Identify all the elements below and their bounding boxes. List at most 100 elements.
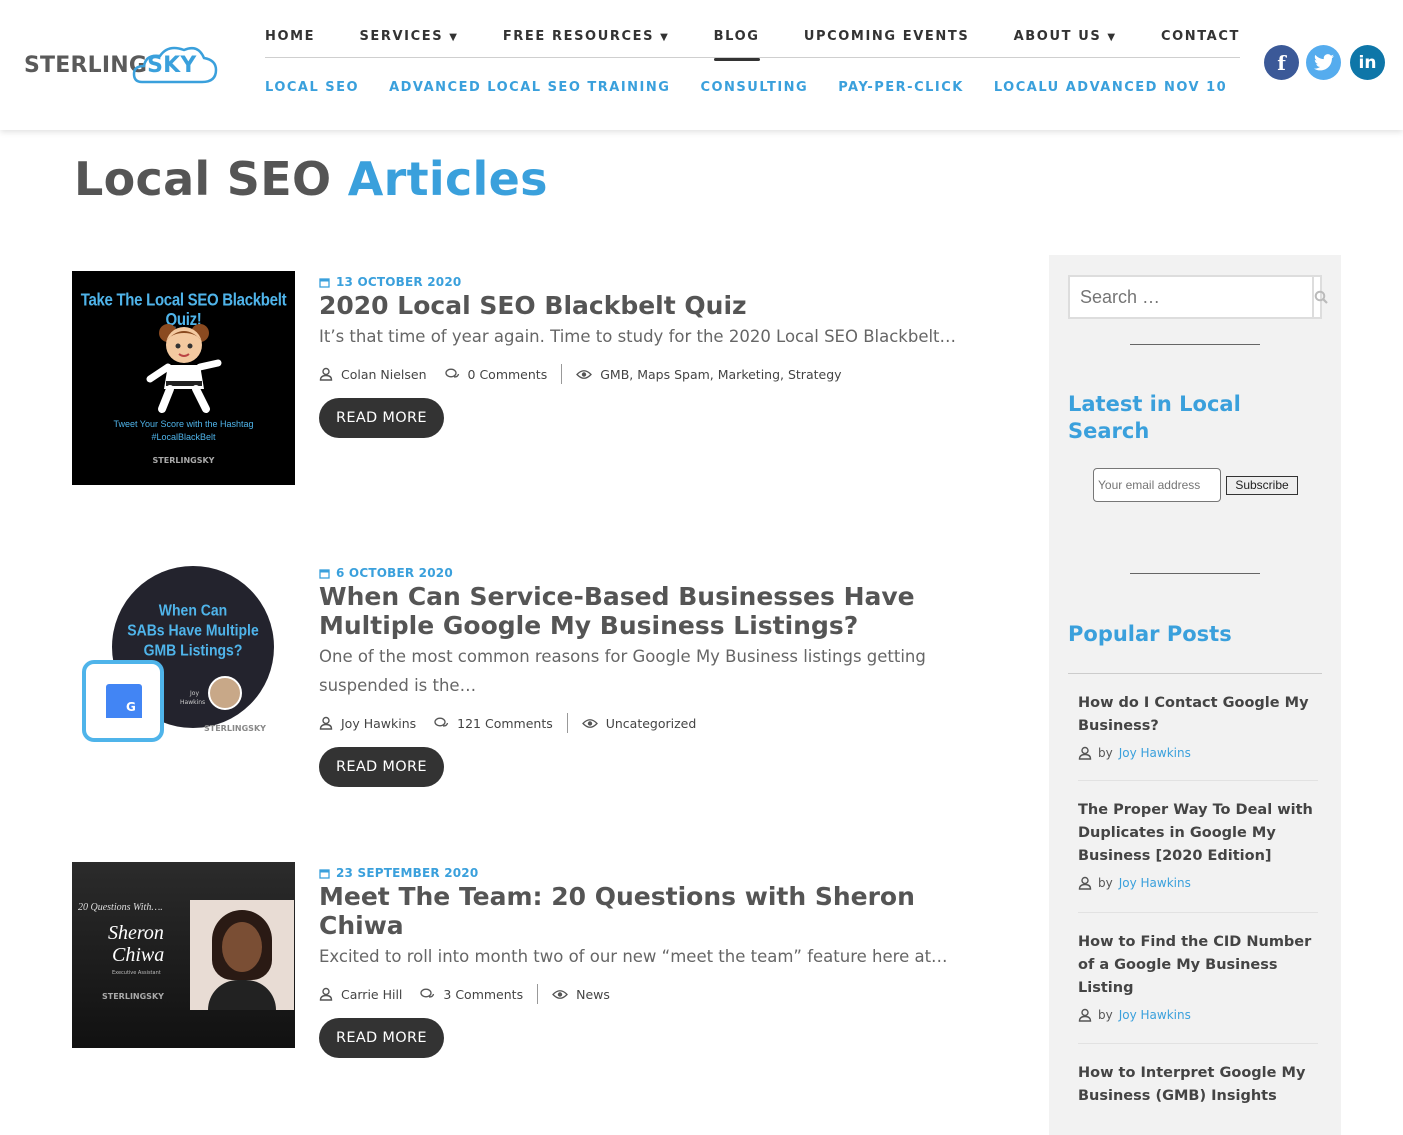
read-more-button[interactable]: READ MORE [319, 398, 444, 438]
article-comments[interactable]: 0 Comments [468, 367, 548, 382]
subnav-consulting[interactable]: CONSULTING [700, 80, 808, 95]
calendar-icon [319, 568, 330, 579]
nav-services[interactable]: SERVICES ▼ [359, 26, 458, 58]
article-comments[interactable]: 3 Comments [443, 987, 523, 1002]
article-excerpt: Excited to roll into month two of our ne… [319, 947, 948, 966]
article-author[interactable]: Colan Nielsen [341, 367, 427, 382]
article-date: 13 OCTOBER 2020 [336, 275, 462, 289]
site-header: STERLINGSKY HOME SERVICES ▼ FREE RESOURCE… [0, 0, 1403, 130]
subnav-local-seo[interactable]: LOCAL SEO [265, 80, 359, 95]
article-categories[interactable]: GMB, Maps Spam, Marketing, Strategy [600, 367, 841, 382]
comments-icon [444, 368, 459, 378]
article-title[interactable]: When Can Service-Based Businesses Have M… [319, 582, 989, 640]
article-thumbnail[interactable]: Take The Local SEO Blackbelt Quiz! Tweet… [72, 271, 295, 485]
popular-post-author[interactable]: Joy Hawkins [1119, 876, 1191, 890]
article-thumbnail[interactable]: 20 Questions With…. Sheron Chiwa Executi… [72, 862, 295, 1048]
nav-blog[interactable]: BLOG [713, 26, 760, 61]
person-photo [190, 900, 294, 1010]
thumb-brand: STERLINGSKY [204, 724, 266, 733]
popular-post-title[interactable]: How to Find the CID Number of a Google M… [1078, 931, 1318, 1000]
search-form [1068, 275, 1328, 319]
thumb-headline: GMB Listings? [143, 640, 243, 660]
thumb-name: Sheron [108, 922, 164, 944]
nav-home[interactable]: HOME [265, 26, 315, 58]
popular-post-title[interactable]: How to Interpret Google My Business (GMB… [1078, 1062, 1318, 1108]
search-button[interactable] [1312, 277, 1328, 317]
nav-about-us[interactable]: ABOUT US ▼ [1014, 26, 1117, 58]
email-field[interactable] [1093, 468, 1221, 502]
thumb-headline: SABs Have Multiple [127, 620, 259, 640]
article-thumbnail[interactable]: When Can SABs Have Multiple GMB Listings… [72, 562, 295, 752]
thumb-byline: Joy [190, 690, 199, 697]
article-title[interactable]: 2020 Local SEO Blackbelt Quiz [319, 291, 989, 320]
logo-text-sterling: STERLING [24, 52, 148, 78]
caret-down-icon: ▼ [1107, 32, 1117, 43]
thumb-name: Chiwa [112, 944, 165, 966]
user-icon [1078, 746, 1092, 760]
search-input[interactable] [1070, 277, 1312, 317]
popular-post-author[interactable]: Joy Hawkins [1119, 1008, 1191, 1022]
thumb-line1: Tweet Your Score with the Hashtag [113, 419, 254, 429]
page-title: Local SEO Articles [74, 152, 548, 206]
nav-contact[interactable]: CONTACT [1161, 26, 1240, 58]
eye-icon [576, 369, 593, 379]
user-icon [319, 987, 333, 1001]
divider [1130, 573, 1260, 574]
user-icon [319, 716, 333, 730]
read-more-button[interactable]: READ MORE [319, 747, 444, 787]
user-icon [1078, 1008, 1092, 1022]
article-excerpt: One of the most common reasons for Googl… [319, 647, 926, 695]
subnav-advanced-training[interactable]: ADVANCED LOCAL SEO TRAINING [389, 80, 670, 95]
divider [1078, 780, 1318, 781]
twitter-icon[interactable] [1306, 45, 1341, 80]
article-categories[interactable]: Uncategorized [606, 716, 697, 731]
article-author[interactable]: Carrie Hill [341, 987, 402, 1002]
read-more-button[interactable]: READ MORE [319, 1018, 444, 1058]
article-date: 6 OCTOBER 2020 [336, 566, 453, 580]
main-nav: HOME SERVICES ▼ FREE RESOURCES ▼ BLOG UPCO… [265, 26, 1240, 61]
popular-post: How to Interpret Google My Business (GMB… [1078, 1062, 1318, 1108]
cloud-icon [132, 46, 218, 84]
karate-girl-illustration [146, 324, 222, 413]
subscribe-button[interactable]: Subscribe [1226, 476, 1298, 495]
thumb-line1: 20 Questions With…. [78, 902, 163, 913]
popular-post: How do I Contact Google My Business? by J… [1078, 692, 1318, 760]
calendar-icon [319, 868, 330, 879]
caret-down-icon: ▼ [449, 32, 459, 43]
divider [1068, 673, 1322, 674]
eye-icon [552, 989, 568, 999]
sub-nav: LOCAL SEO ADVANCED LOCAL SEO TRAINING CO… [265, 80, 1227, 95]
nav-free-resources[interactable]: FREE RESOURCES ▼ [503, 26, 670, 58]
divider [1130, 344, 1260, 345]
popular-post-title[interactable]: The Proper Way To Deal with Duplicates i… [1078, 799, 1318, 868]
article-title[interactable]: Meet The Team: 20 Questions with Sheron … [319, 882, 989, 940]
linkedin-icon[interactable]: in [1350, 45, 1385, 80]
popular-post: The Proper Way To Deal with Duplicates i… [1078, 799, 1318, 890]
popular-post-title[interactable]: How do I Contact Google My Business? [1078, 692, 1318, 738]
subnav-localu[interactable]: LOCALU ADVANCED NOV 10 [994, 80, 1227, 95]
user-icon [319, 367, 333, 381]
popular-heading: Popular Posts [1068, 622, 1232, 646]
user-icon [1078, 876, 1092, 890]
popular-post-author[interactable]: Joy Hawkins [1119, 746, 1191, 760]
calendar-icon [319, 277, 330, 288]
thumb-brand: STERLINGSKY [102, 992, 164, 1001]
article-author[interactable]: Joy Hawkins [341, 716, 416, 731]
thumb-byline: Hawkins [180, 699, 206, 706]
article-comments[interactable]: 121 Comments [457, 716, 553, 731]
article-categories[interactable]: News [576, 987, 610, 1002]
divider [1078, 912, 1318, 913]
eye-icon [581, 718, 598, 728]
article-date: 23 SEPTEMBER 2020 [336, 866, 479, 880]
author-avatar [208, 676, 242, 710]
nav-upcoming-events[interactable]: UPCOMING EVENTS [804, 26, 969, 58]
popular-post: How to Find the CID Number of a Google M… [1078, 931, 1318, 1022]
thumb-headline: When Can [158, 600, 228, 620]
comments-icon [434, 717, 449, 727]
site-logo[interactable]: STERLINGSKY [24, 40, 218, 90]
subnav-ppc[interactable]: PAY-PER-CLICK [838, 80, 964, 95]
facebook-icon[interactable]: f [1264, 45, 1299, 80]
thumb-line2: #LocalBlackBelt [151, 432, 216, 442]
search-icon [1314, 290, 1328, 304]
article-excerpt: It’s that time of year again. Time to st… [319, 327, 957, 346]
